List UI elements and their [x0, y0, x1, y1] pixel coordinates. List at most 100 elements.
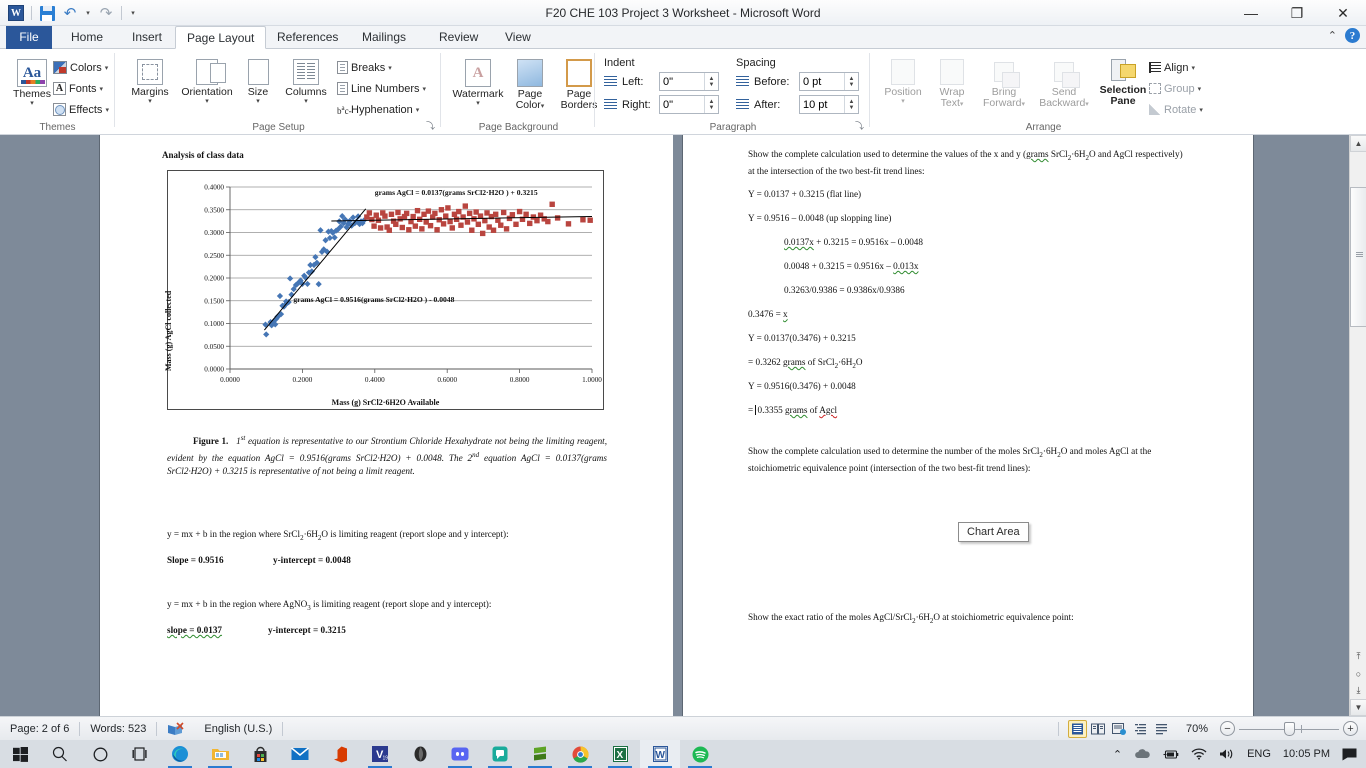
mail-button[interactable] — [280, 740, 320, 768]
microsoft-store-button[interactable] — [240, 740, 280, 768]
cortana-button[interactable] — [80, 740, 120, 768]
margins-button[interactable]: Margins ▾ — [124, 55, 176, 105]
indent-right-input[interactable] — [660, 96, 704, 113]
theme-fonts-button[interactable]: A Fonts ▾ — [50, 78, 112, 99]
zoom-out-button[interactable]: − — [1220, 721, 1235, 736]
watermark-button[interactable]: A Watermark ▾ — [450, 55, 506, 112]
zoom-level[interactable]: 70% — [1172, 717, 1220, 741]
document-canvas[interactable]: Analysis of class data Mass (g) AgCl col… — [0, 135, 1366, 716]
start-button[interactable] — [0, 740, 40, 768]
line-numbers-button[interactable]: Line Numbers ▾ — [334, 78, 429, 99]
office-button[interactable] — [320, 740, 360, 768]
view-web-layout[interactable] — [1110, 720, 1129, 738]
spacing-after-field[interactable]: ▲▼ — [799, 95, 859, 114]
tab-mailings[interactable]: Mailings — [351, 26, 417, 49]
word-app-logo[interactable]: W — [6, 3, 26, 23]
page-setup-dialog-launcher[interactable]: ⤵ — [426, 119, 435, 132]
zoom-slider[interactable] — [1235, 720, 1343, 738]
align-button[interactable]: Align ▾ — [1146, 57, 1206, 78]
save-button[interactable] — [37, 3, 57, 23]
scroll-down-button[interactable]: ▼ — [1350, 699, 1366, 716]
bring-forward-button[interactable]: Bring Forward▾ — [975, 55, 1033, 110]
excel-button[interactable]: X — [600, 740, 640, 768]
view-draft[interactable] — [1152, 720, 1171, 738]
spacing-after-stepper[interactable]: ▲ ▼ — [844, 96, 858, 113]
columns-button[interactable]: Columns ▾ — [280, 55, 332, 105]
select-object-button[interactable]: ○ — [1350, 665, 1366, 682]
redo-button[interactable]: ↷ — [96, 3, 116, 23]
language-button[interactable]: ENG — [1242, 740, 1276, 768]
tab-review[interactable]: Review — [428, 26, 489, 49]
previous-page-button[interactable]: ⤒ — [1350, 648, 1366, 665]
minimize-button[interactable]: — — [1228, 0, 1274, 26]
page-indicator[interactable]: Page: 2 of 6 — [0, 717, 79, 741]
tab-file[interactable]: File — [6, 26, 52, 49]
selection-pane-button[interactable]: Selection Pane — [1095, 55, 1151, 110]
discord-button[interactable] — [440, 740, 480, 768]
help-icon[interactable]: ? — [1345, 28, 1360, 43]
wrap-text-button[interactable]: Wrap Text▾ — [929, 55, 975, 110]
task-view-button[interactable] — [120, 740, 160, 768]
undo-button[interactable]: ↶ — [60, 3, 80, 23]
language-indicator[interactable]: English (U.S.) — [194, 717, 282, 741]
visual-studio-button[interactable]: V 19 — [360, 740, 400, 768]
breaks-button[interactable]: Breaks ▾ — [334, 57, 429, 78]
orientation-button[interactable]: Orientation ▾ — [178, 55, 236, 105]
restore-button[interactable]: ❐ — [1274, 0, 1320, 26]
document-page-2[interactable]: Analysis of class data Mass (g) AgCl col… — [100, 135, 673, 716]
indent-left-stepper[interactable]: ▲ ▼ — [704, 73, 718, 90]
groupme-button[interactable] — [480, 740, 520, 768]
tab-page-layout[interactable]: Page Layout — [175, 26, 267, 49]
search-button[interactable] — [40, 740, 80, 768]
theme-effects-button[interactable]: Effects ▾ — [50, 99, 112, 120]
battery-button[interactable] — [1158, 740, 1184, 768]
zoom-in-button[interactable]: + — [1343, 721, 1358, 736]
word-count[interactable]: Words: 523 — [80, 717, 156, 741]
action-center-button[interactable] — [1337, 740, 1362, 768]
page-color-button[interactable]: Page Color▾ — [508, 55, 552, 112]
proofing-status-button[interactable] — [157, 717, 194, 741]
undo-dropdown[interactable]: ▾ — [83, 3, 93, 23]
word-button[interactable]: W — [640, 740, 680, 768]
spotify-button[interactable] — [680, 740, 720, 768]
next-page-button[interactable]: ⤓ — [1350, 682, 1366, 699]
size-button[interactable]: Size ▾ — [238, 55, 278, 105]
chrome-button[interactable] — [560, 740, 600, 768]
chart-object[interactable]: Mass (g) AgCl collected 0.0000 0.0500 0.10… — [164, 170, 604, 410]
tab-insert[interactable]: Insert — [121, 26, 173, 49]
show-hidden-icons-button[interactable]: ⌃ — [1108, 740, 1127, 768]
hyphenation-button[interactable]: bac- Hyphenation ▾ — [334, 99, 429, 120]
position-button[interactable]: Position ▾ — [877, 55, 929, 110]
vertical-scrollbar[interactable]: ▲ ⤒ ○ ⤓ ▼ — [1349, 135, 1366, 716]
sublime-text-button[interactable] — [520, 740, 560, 768]
view-full-screen-reading[interactable] — [1089, 720, 1108, 738]
wifi-button[interactable] — [1186, 740, 1212, 768]
indent-right-stepper[interactable]: ▲ ▼ — [704, 96, 718, 113]
blackboard-button[interactable] — [400, 740, 440, 768]
theme-colors-button[interactable]: Colors ▾ — [50, 57, 112, 78]
tab-references[interactable]: References — [266, 26, 349, 49]
tab-view[interactable]: View — [494, 26, 542, 49]
close-button[interactable]: ✕ — [1320, 0, 1366, 26]
group-button[interactable]: Group ▾ — [1146, 78, 1206, 99]
spacing-after-input[interactable] — [800, 96, 844, 113]
customize-qat-button[interactable]: ▾ — [127, 3, 139, 23]
onedrive-button[interactable] — [1129, 740, 1156, 768]
document-page-3[interactable]: Show the complete calculation used to de… — [683, 135, 1253, 716]
spacing-before-field[interactable]: ▲▼ — [799, 72, 859, 91]
edge-icon-button[interactable] — [160, 740, 200, 768]
indent-left-field[interactable]: ▲▼ — [659, 72, 719, 91]
collapse-ribbon-button[interactable]: ⌃ — [1328, 29, 1337, 42]
file-explorer-button[interactable] — [200, 740, 240, 768]
scrollbar-thumb[interactable] — [1350, 187, 1366, 327]
clock[interactable]: 10:05 PM — [1278, 740, 1335, 768]
send-backward-button[interactable]: Send Backward▾ — [1033, 55, 1095, 110]
view-print-layout[interactable] — [1067, 719, 1087, 738]
zoom-slider-thumb[interactable] — [1284, 721, 1295, 736]
volume-button[interactable] — [1214, 740, 1240, 768]
rotate-button[interactable]: Rotate ▾ — [1146, 99, 1206, 120]
indent-right-field[interactable]: ▲▼ — [659, 95, 719, 114]
view-outline[interactable] — [1131, 720, 1150, 738]
spacing-before-stepper[interactable]: ▲ ▼ — [844, 73, 858, 90]
scroll-up-button[interactable]: ▲ — [1350, 135, 1366, 152]
